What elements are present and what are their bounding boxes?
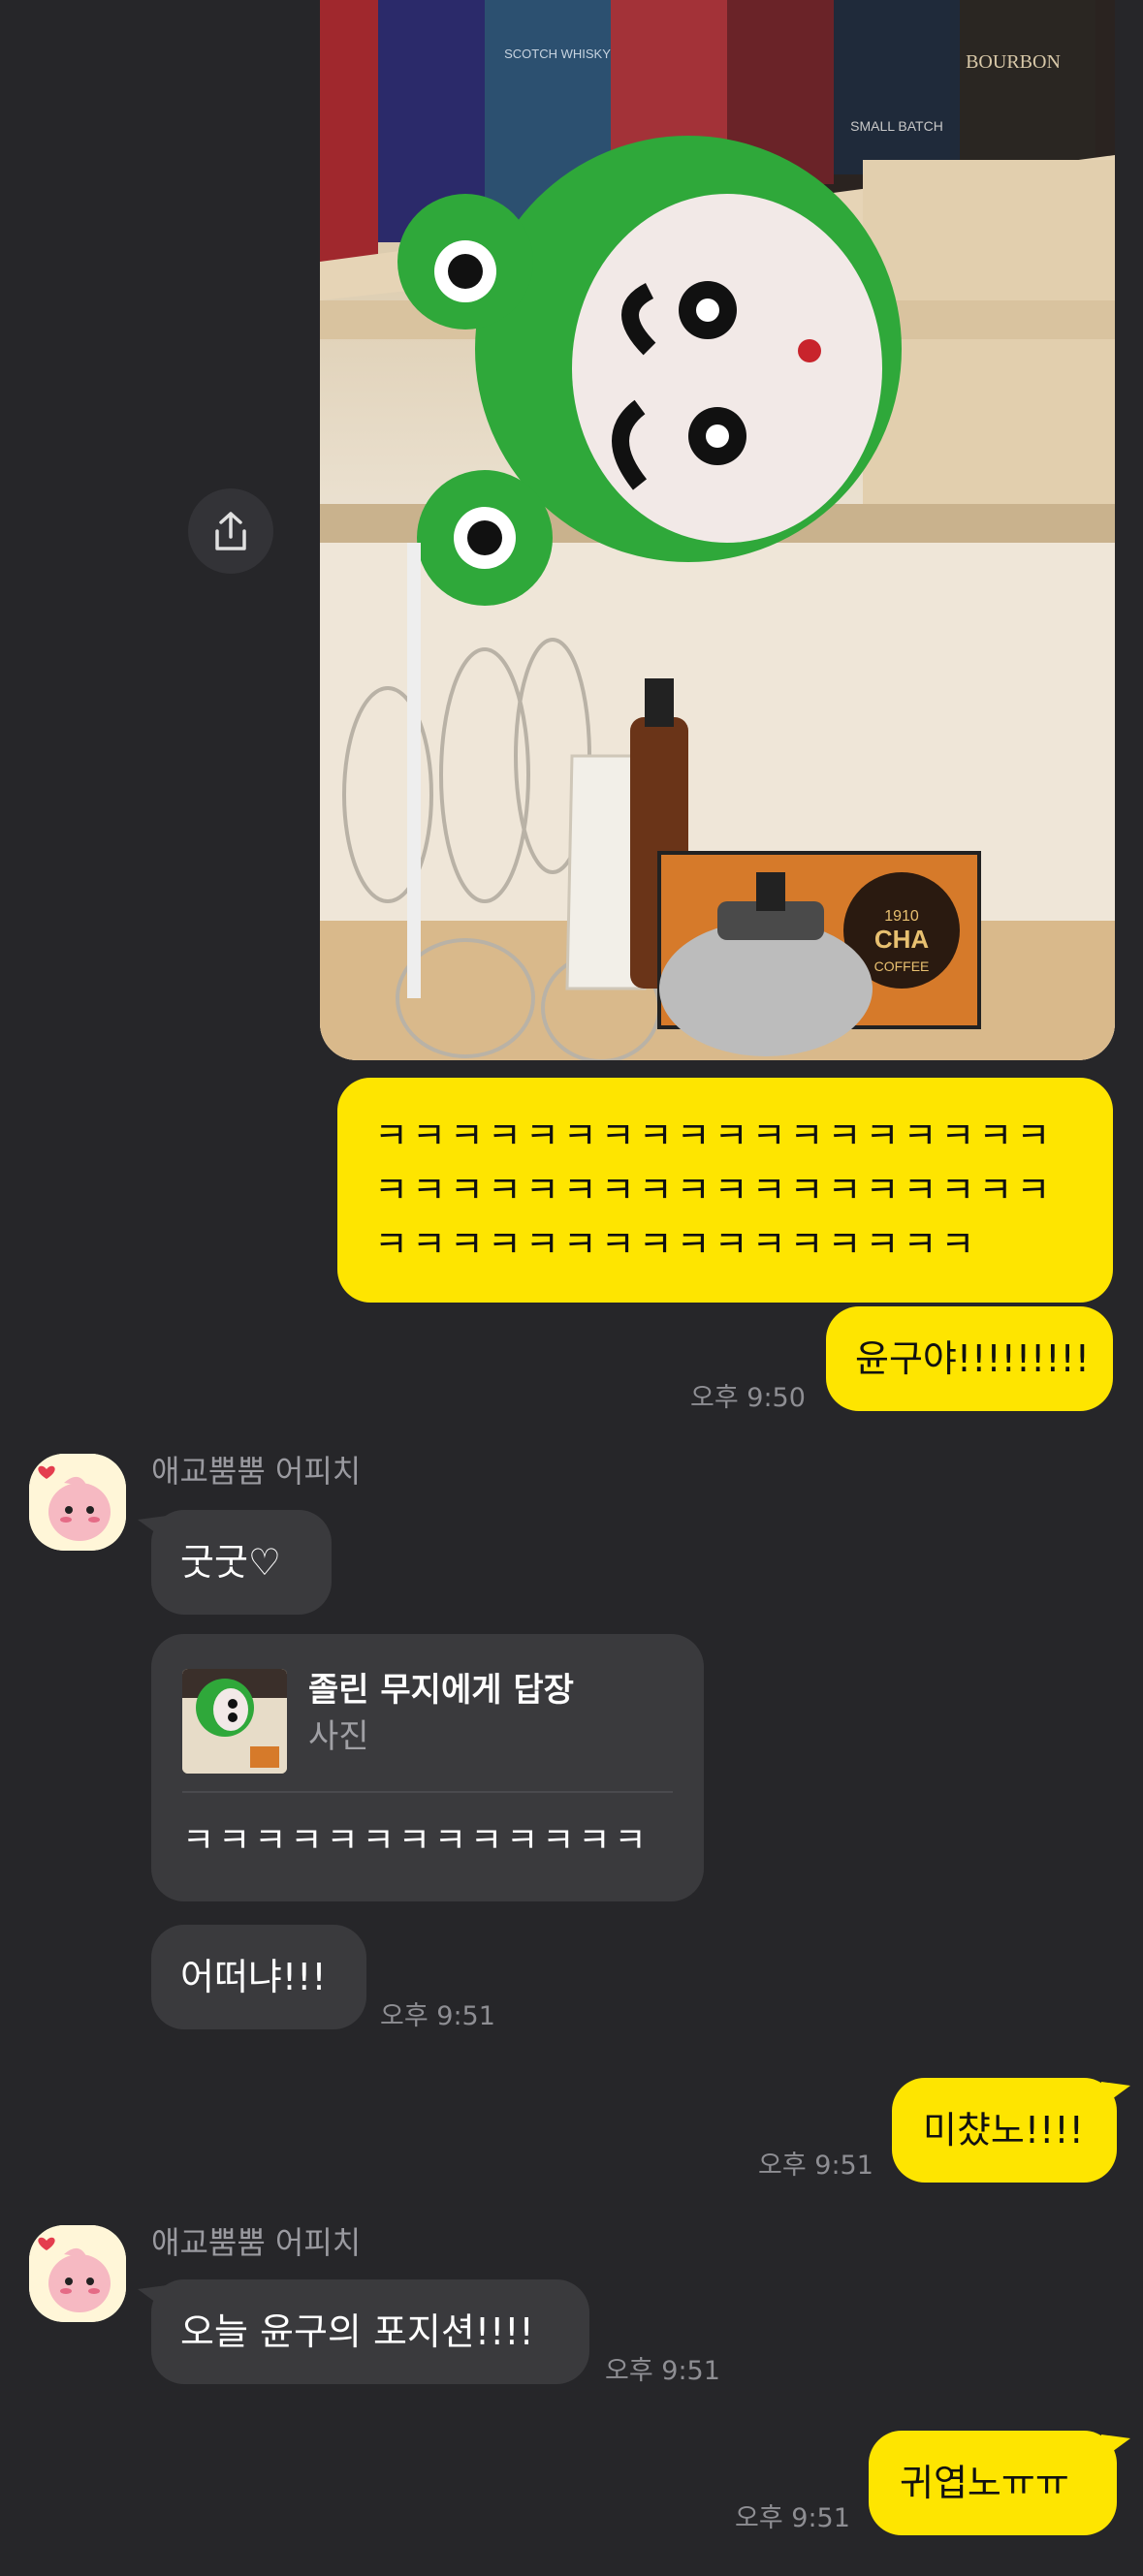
photo-illustration: BOURBON SCOTCH WHISKY SMALL BATCH 1910 C… [320, 0, 1115, 1060]
sender-name: 애교뿜뿜 어피치 [151, 2224, 362, 2261]
my-message-bubble[interactable]: 귀엽노ㅠㅠ [869, 2431, 1130, 2535]
reply-divider [182, 1791, 673, 1793]
message-time: 오후 9:51 [605, 2356, 720, 2386]
message-text: ㅋㅋㅋㅋㅋㅋㅋㅋㅋㅋㅋㅋㅋ [182, 1821, 651, 1861]
bubble-tail [138, 1516, 167, 1541]
message-text: 윤구야!!!!!!!!! [855, 1337, 1090, 1380]
sender-name: 애교뿜뿜 어피치 [151, 1453, 362, 1490]
reply-thumbnail-image [182, 1669, 287, 1774]
reply-thumbnail[interactable] [182, 1669, 287, 1774]
share-icon [215, 512, 246, 550]
message-time: 오후 9:51 [735, 2503, 850, 2533]
svg-text:1910: 1910 [884, 908, 919, 925]
my-message-bubble[interactable]: 미챴노!!!! [892, 2078, 1130, 2183]
bubble-tail [138, 2285, 167, 2310]
message-text: 미챴노!!!! [923, 2109, 1084, 2152]
message-text: 어떠냐!!! [180, 1956, 327, 1998]
reply-message-bubble[interactable]: 졸린 무지에게 답장 사진 ㅋㅋㅋㅋㅋㅋㅋㅋㅋㅋㅋㅋㅋ [151, 1634, 704, 1901]
share-button[interactable] [188, 488, 273, 574]
message-time: 오후 9:50 [690, 1383, 806, 1413]
my-message-bubble[interactable]: ㅋㅋㅋㅋㅋㅋㅋㅋㅋㅋㅋㅋㅋㅋㅋㅋㅋㅋㅋㅋㅋㅋㅋㅋㅋㅋㅋㅋㅋㅋㅋㅋㅋㅋㅋㅋㅋㅋㅋㅋ… [337, 1078, 1113, 1303]
my-message-bubble[interactable]: 윤구야!!!!!!!!! [826, 1306, 1113, 1411]
bubble-tail [1101, 2435, 1130, 2460]
reply-target: 졸린 무지에게 답장 [308, 1671, 574, 1710]
svg-text:SCOTCH WHISKY: SCOTCH WHISKY [504, 47, 611, 61]
their-message-bubble[interactable]: 오늘 윤구의 포지션!!!! [138, 2279, 589, 2384]
their-message-bubble[interactable]: 어떠냐!!! [151, 1925, 366, 2029]
shared-photo[interactable]: BOURBON SCOTCH WHISKY SMALL BATCH 1910 C… [320, 0, 1115, 1060]
message-text: ㅋㅋㅋㅋㅋㅋㅋㅋㅋㅋㅋㅋㅋㅋㅋㅋㅋㅋㅋㅋㅋㅋㅋㅋㅋㅋㅋㅋㅋㅋㅋㅋㅋㅋㅋㅋㅋㅋㅋㅋ… [374, 1115, 1055, 1266]
sender-avatar[interactable] [29, 2225, 126, 2322]
apeach-avatar-icon [29, 1454, 126, 1551]
apeach-avatar-icon [29, 2225, 126, 2322]
svg-text:SMALL BATCH: SMALL BATCH [850, 118, 943, 134]
their-message-bubble[interactable]: 굿굿♡ [138, 1510, 332, 1615]
svg-text:CHA: CHA [874, 925, 930, 954]
svg-text:COFFEE: COFFEE [874, 958, 930, 974]
message-time: 오후 9:51 [380, 2001, 495, 2031]
sender-avatar[interactable] [29, 1454, 126, 1551]
message-text: 오늘 윤구의 포지션!!!! [180, 2310, 534, 2353]
reply-type: 사진 [308, 1717, 369, 1756]
bubble-tail [1101, 2082, 1130, 2107]
message-text: 귀엽노ㅠㅠ [900, 2462, 1069, 2504]
message-time: 오후 9:51 [758, 2151, 873, 2181]
svg-text:BOURBON: BOURBON [966, 51, 1061, 73]
message-text: 굿굿♡ [180, 1541, 281, 1584]
